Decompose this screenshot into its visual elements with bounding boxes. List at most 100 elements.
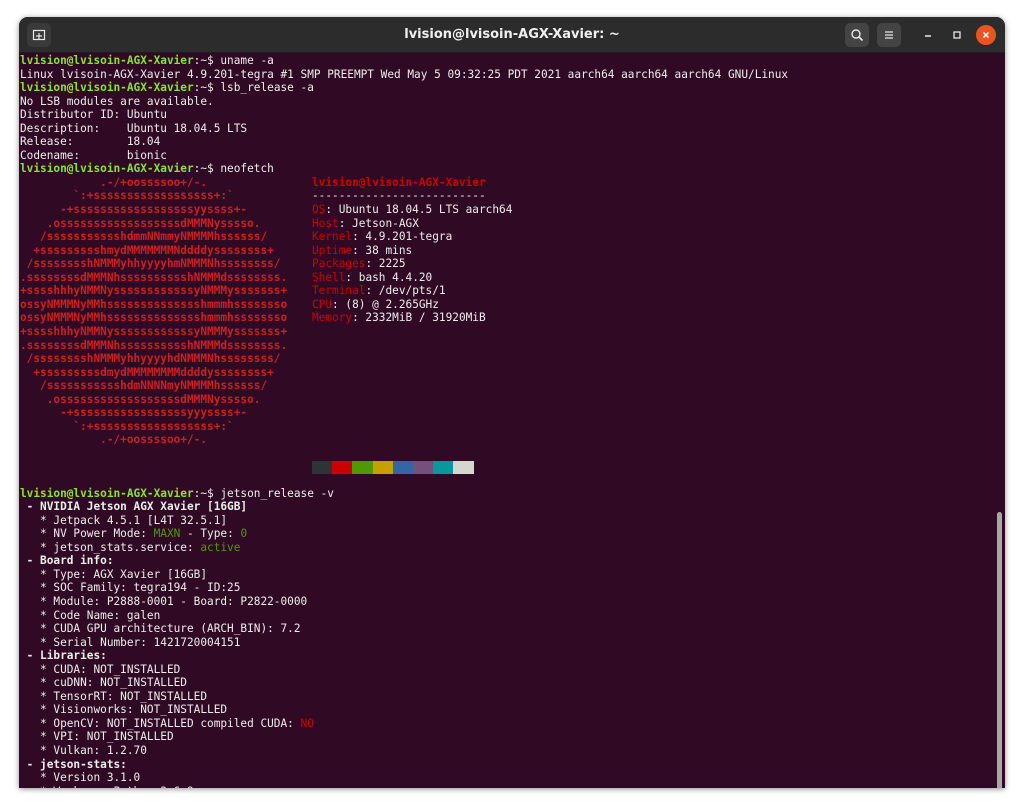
search-button[interactable]	[845, 23, 869, 47]
info-label: Shell	[312, 270, 346, 284]
prompt-path: :~$	[193, 54, 214, 67]
neofetch-row: `:+ssssssssssssssssss+:`	[20, 420, 990, 434]
output-text: Codename: bionic	[20, 148, 167, 162]
output-text: Distributor ID: Ubuntu	[20, 108, 167, 122]
terminal-line: - Libraries:	[20, 649, 990, 663]
info-value: : Jetson-AGX	[338, 216, 419, 230]
ubuntu-logo-line: ossyNMMMNyMMhsssssssssssssshmmmhssssssso	[20, 311, 288, 325]
terminal-line: * Type: AGX Xavier [16GB]	[20, 568, 990, 582]
terminal-line: No LSB modules are available.	[20, 95, 990, 109]
info-label: Host	[312, 216, 339, 230]
neofetch-info: Packages: 2225	[312, 257, 406, 271]
output-text: * CUDA GPU architecture (ARCH_BIN): 7.2	[20, 622, 301, 636]
output-text: * Visionworks: NOT_INSTALLED	[20, 703, 228, 717]
neofetch-row: /sssssssshNMMMyhhyyyyhdNMMMNhssssssss/	[20, 352, 990, 366]
ubuntu-logo-line: /sssssssshNMMMyhhyyyyhdNMMMNhssssssss/	[20, 352, 281, 366]
command-text: uname -a	[213, 54, 274, 67]
command-text: neofetch	[213, 162, 274, 176]
palette-swatch	[433, 460, 454, 474]
close-icon	[982, 31, 990, 39]
ubuntu-logo-line: /ssssssssssshdmmNNmmyNMMMMhssssss/	[20, 230, 268, 244]
search-icon	[851, 29, 864, 42]
menu-button[interactable]	[877, 23, 901, 47]
neofetch-row: .-/+oossssoo+/-. lvision@lvisoin-AGX-Xavi…	[20, 176, 990, 190]
prompt-path: :~$	[193, 486, 214, 500]
neofetch-info: OS: Ubuntu 18.04.5 LTS aarch64	[312, 203, 512, 217]
neofetch-row: `:+ssssssssssssssssss+:` ----------------…	[20, 189, 990, 203]
ubuntu-logo-line: .ossssssssssssssssssdMMMNysssso.	[20, 216, 261, 230]
terminal-line: * Code Name: galen	[20, 609, 990, 623]
title-bar: lvision@lvisoin-AGX-Xavier: ~	[19, 17, 1005, 53]
neofetch-row: .ssssssssdMMMNhsssssssssshNMMMdssssssss.	[20, 339, 990, 353]
prompt-path: :~$	[193, 81, 214, 95]
neofetch-info: --------------------------	[312, 189, 486, 203]
output-block-system: lvision@lvisoin-AGX-Xavier:~$ uname -a Li…	[20, 54, 990, 176]
terminal-line: * Version 3.1.0	[20, 771, 990, 785]
maximize-button[interactable]	[947, 25, 967, 45]
palette-swatch	[352, 460, 373, 474]
output-text: - Libraries:	[20, 649, 107, 663]
ubuntu-logo-line: `:+ssssssssssssssssss+:`	[20, 189, 234, 203]
info-label: CPU	[312, 297, 333, 311]
neofetch-row: +sssshhhyNMMNyssssssssssssyNMMMysssssss+…	[20, 284, 990, 298]
neofetch-row: .ssssssssdMMMNhsssssssssshNMMMdssssssss.…	[20, 271, 990, 285]
terminal-line: * CUDA GPU architecture (ARCH_BIN): 7.2	[20, 622, 990, 636]
output-text: * Type: AGX Xavier [16GB]	[20, 567, 208, 581]
output-text: * SOC Family: tegra194 - ID:25	[20, 581, 241, 595]
ubuntu-logo-line: +sssssssssdmydMMMMMMMMddddyssssssss+	[20, 365, 274, 379]
terminal-line: * Vulkan: 1.2.70	[20, 744, 990, 758]
neofetch-row: .ossssssssssssssssssdMMMNysssso. Host: Je…	[20, 217, 990, 231]
terminal-line: - Board info:	[20, 554, 990, 568]
terminal-output[interactable]: lvision@lvisoin-AGX-Xavier:~$ uname -a Li…	[19, 53, 1005, 788]
terminal-line: lvision@lvisoin-AGX-Xavier:~$ neofetch	[20, 162, 990, 176]
color-palette	[312, 460, 474, 474]
ubuntu-logo-line: .-/+oossssoo+/-.	[20, 175, 208, 189]
ubuntu-logo-line: .-/+oossssoo+/-.	[20, 433, 208, 447]
neofetch-row: /sssssssshNMMMyhhyyyyhmNMMMNhssssssss/Pa…	[20, 257, 990, 271]
terminal-line: lvision@lvisoin-AGX-Xavier:~$ uname -a	[20, 54, 990, 68]
ubuntu-logo-line: +ssssssssshmydMMMMMMMNddddyssssssss+	[20, 243, 274, 257]
ubuntu-logo-line: -+ssssssssssssssssssyyssss+-	[20, 203, 248, 217]
output-text: - Board info:	[20, 554, 114, 568]
neofetch-row: -+sssssssssssssssssyyyssss+-	[20, 406, 990, 420]
output-text: * Vulkan: 1.2.70	[20, 743, 147, 757]
status-value: NO	[300, 716, 314, 730]
terminal-line: Codename: bionic	[20, 149, 990, 163]
prompt-user-host: lvision@lvisoin-AGX-Xavier	[20, 486, 194, 500]
terminal-line: Linux lvisoin-AGX-Xavier 4.9.201-tegra #…	[20, 68, 990, 82]
prompt-user-host: lvision@lvisoin-AGX-Xavier	[20, 81, 194, 95]
output-text: * Module: P2888-0001 - Board: P2822-0000	[20, 594, 308, 608]
minimize-button[interactable]	[918, 25, 938, 45]
status-value: 0	[240, 527, 248, 541]
output-text: * TensorRT: NOT_INSTALLED	[20, 689, 208, 703]
info-label: OS	[312, 203, 326, 217]
info-value: : 38 mins	[352, 243, 413, 257]
neofetch-output: .-/+oossssoo+/-. lvision@lvisoin-AGX-Xavi…	[20, 176, 990, 474]
terminal-line: * Jetpack 4.5.1 [L4T 32.5.1]	[20, 514, 990, 528]
info-value: : 4.9.201-tegra	[352, 230, 453, 244]
ubuntu-logo-line: `:+ssssssssssssssssss+:`	[20, 419, 234, 433]
maximize-icon	[953, 31, 961, 39]
scrollbar[interactable]	[997, 512, 1002, 788]
info-label: Uptime	[312, 243, 353, 257]
neofetch-info: lvision@lvisoin-AGX-Xavier	[312, 176, 486, 190]
output-text: * Serial Number: 1421720004151	[20, 635, 241, 649]
info-value: : 2225	[365, 257, 406, 271]
neofetch-row: /ssssssssssshdmNNNNmyNMMMMhssssss/	[20, 379, 990, 393]
hamburger-menu-icon	[885, 31, 893, 39]
close-button[interactable]	[976, 25, 996, 45]
output-text: * jetson_stats.service:	[20, 540, 201, 554]
terminal-line: - NVIDIA Jetson AGX Xavier [16GB]	[20, 500, 990, 514]
output-text: * Jetpack 4.5.1 [L4T 32.5.1]	[20, 513, 228, 527]
terminal-line: Release: 18.04	[20, 135, 990, 149]
output-text: - jetson-stats:	[20, 757, 127, 771]
minimize-icon	[925, 35, 931, 37]
output-text: * Works on Python 3.6.9	[20, 785, 194, 788]
output-text: No LSB modules are available.	[20, 94, 214, 108]
info-label: Kernel	[312, 230, 353, 244]
ubuntu-logo-line: .ssssssssdMMMNhsssssssssshNMMMdssssssss.	[20, 270, 288, 284]
ubuntu-logo-line: +sssshhhyNMMNyssssssssssssyNMMMysssssss+	[20, 324, 288, 338]
palette-swatch	[453, 460, 474, 474]
ubuntu-logo-line: /sssssssshNMMMyhhyyyyhmNMMMNhssssssss/	[20, 257, 281, 271]
ubuntu-logo-line: -+sssssssssssssssssyyyssss+-	[20, 406, 248, 420]
